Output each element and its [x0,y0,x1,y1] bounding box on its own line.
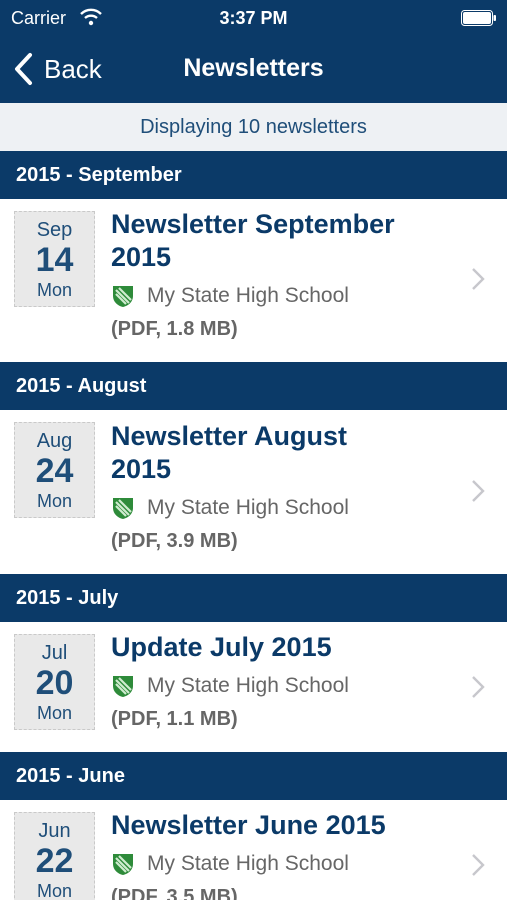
status-bar: Carrier 3:37 PM [0,0,507,36]
date-day: 20 [35,664,74,702]
item-title-line: Newsletter August [111,421,348,451]
section-header: 2015 - July [0,574,507,622]
date-day: 24 [35,452,74,490]
date-day: 14 [35,241,74,279]
item-title-line: Update July 2015 [111,632,332,662]
item-title: Update July 2015 [111,631,431,664]
list-item[interactable]: Sep 14 Mon Newsletter September 2015 My … [0,199,507,361]
section-header-label: 2015 - September [16,164,182,186]
school-row: My State High School [111,673,349,699]
file-meta: (PDF, 1.8 MB) [111,318,238,340]
navigation-bar: Carrier 3:37 PM Back Newsletters [0,0,507,103]
section-header: 2015 - June [0,752,507,800]
date-weekday: Mon [36,881,72,900]
date-month: Jul [41,642,68,664]
shield-icon [113,498,133,519]
chevron-right-icon [472,854,485,876]
item-title-line: 2015 [111,454,172,484]
section-header: 2015 - September [0,151,507,199]
section-header: 2015 - August [0,362,507,410]
date-weekday: Mon [36,280,72,300]
item-title: Newsletter June 2015 [111,809,431,842]
file-meta: (PDF, 3.9 MB) [111,530,238,552]
shield-icon [113,286,133,307]
school-row: My State High School [111,495,349,521]
file-meta: (PDF, 3.5 MB) [111,886,238,900]
date-month: Jun [38,820,71,842]
item-title: Newsletter September 2015 [111,208,431,274]
section-header-label: 2015 - August [16,375,147,397]
list-item[interactable]: Aug 24 Mon Newsletter August 2015 My Sta… [0,410,507,573]
date-badge: Sep 14 Mon [14,211,95,307]
school-row: My State High School [111,283,349,309]
battery-icon [461,10,496,26]
school-row: My State High School [111,851,349,877]
list-item[interactable]: Jul 20 Mon Update July 2015 My State Hig… [0,622,507,751]
date-badge: Aug 24 Mon [14,422,95,518]
chevron-right-icon [472,268,485,290]
school-name: My State High School [147,496,349,519]
date-badge: Jun 22 Mon [14,812,95,900]
section-header-label: 2015 - June [16,765,125,787]
item-title-line: 2015 [111,242,172,272]
school-name: My State High School [147,284,349,307]
school-name: My State High School [147,674,349,697]
list-item[interactable]: Jun 22 Mon Newsletter June 2015 My State… [0,800,507,900]
date-month: Aug [36,430,73,452]
chevron-right-icon [472,676,485,698]
item-title-line: Newsletter June 2015 [111,810,386,840]
item-title-line: Newsletter September [111,209,395,239]
page-title: Newsletters [183,54,324,82]
file-meta: (PDF, 1.1 MB) [111,708,238,730]
shield-icon [113,854,133,875]
school-name: My State High School [147,852,349,875]
date-badge: Jul 20 Mon [14,634,95,730]
item-title: Newsletter August 2015 [111,420,431,486]
status-time: 3:37 PM [219,8,288,28]
info-strip: Displaying 10 newsletters [0,103,507,151]
date-weekday: Mon [36,703,72,723]
date-month: Sep [36,219,73,241]
section-header-label: 2015 - July [16,587,119,609]
date-day: 22 [35,842,74,880]
chevron-right-icon [472,480,485,502]
shield-icon [113,676,133,697]
date-weekday: Mon [36,491,72,511]
